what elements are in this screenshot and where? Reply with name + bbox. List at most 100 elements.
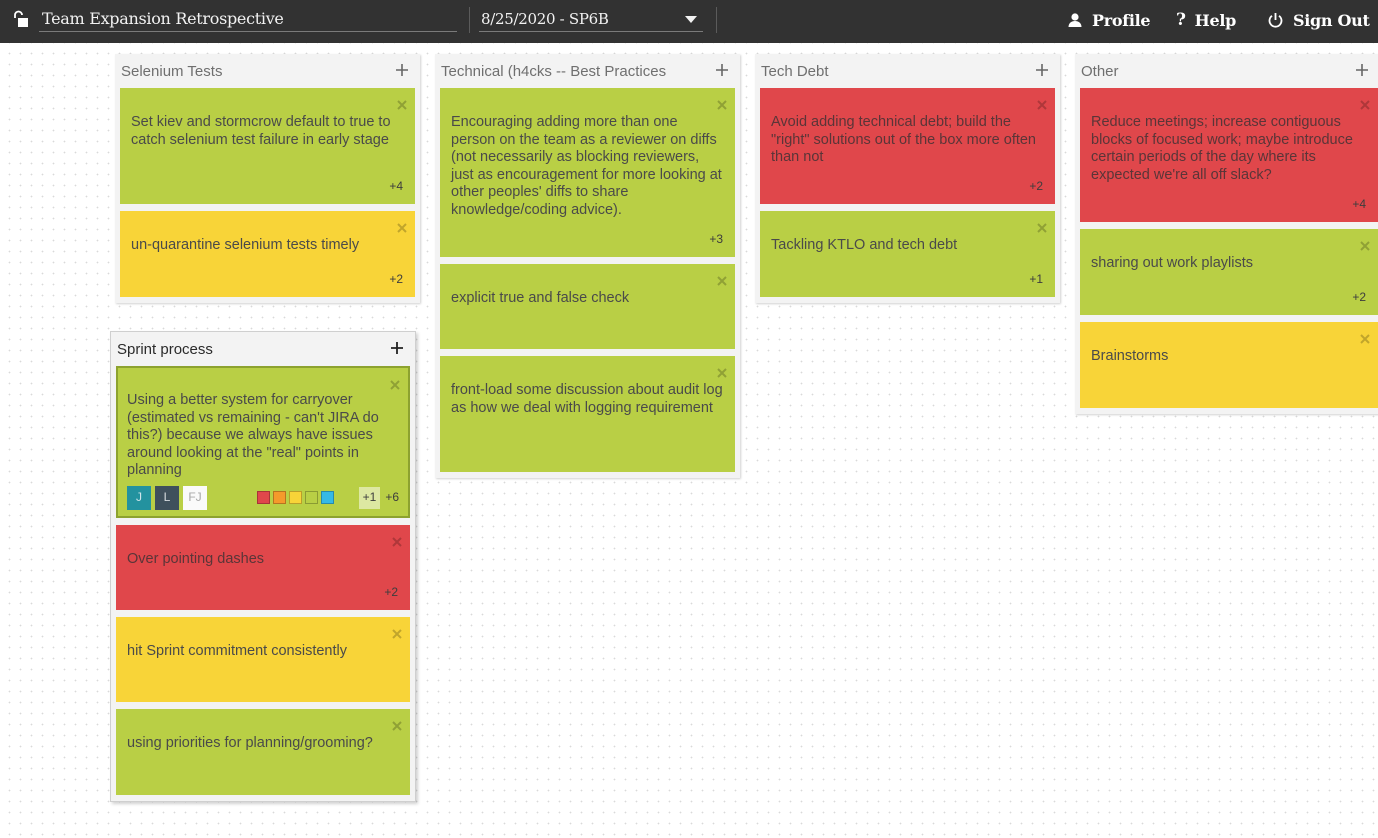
vote-count: +3 — [709, 232, 723, 247]
card-text: sharing out work playlists — [1091, 255, 1253, 271]
card[interactable]: Set kiev and stormcrow default to true t… — [120, 88, 415, 204]
chevron-down-icon — [685, 16, 697, 23]
close-icon[interactable] — [392, 535, 402, 547]
card-selected[interactable]: Using a better system for carryover (est… — [116, 366, 410, 518]
vote-count: +6 — [385, 490, 399, 505]
column-title[interactable]: Technical (h4cks -- Best Practices — [441, 63, 666, 80]
card-text: explicit true and false check — [451, 290, 630, 306]
divider — [716, 7, 717, 33]
card-text: Set kiev and stormcrow default to true t… — [131, 114, 391, 148]
vote-count: +4 — [389, 179, 403, 194]
power-icon — [1267, 12, 1284, 29]
card[interactable]: Over pointing dashes +2 — [116, 525, 410, 610]
vote-count: +1 — [1029, 272, 1043, 287]
card[interactable]: Reduce meetings; increase contiguous blo… — [1080, 88, 1378, 222]
column-header: Sprint process — [116, 332, 410, 366]
column-title[interactable]: Tech Debt — [761, 63, 829, 80]
card-text: Using a better system for carryover (est… — [127, 392, 379, 479]
vote-count: +2 — [1352, 290, 1366, 305]
close-icon[interactable] — [1360, 332, 1370, 344]
card-text: Brainstorms — [1091, 348, 1169, 364]
column-header: Selenium Tests — [120, 54, 415, 88]
close-icon[interactable] — [397, 221, 407, 233]
column-selenium-tests: Selenium Tests Set kiev and stormcrow de… — [115, 54, 420, 303]
column-sprint-process: Sprint process Using a better system for… — [110, 331, 416, 802]
card[interactable]: Avoid adding technical debt; build the "… — [760, 88, 1055, 204]
unlocked-padlock-icon[interactable] — [12, 10, 30, 28]
column-header: Other — [1080, 54, 1378, 88]
plus-icon — [391, 342, 403, 354]
close-icon[interactable] — [390, 378, 400, 390]
avatar[interactable]: J — [127, 485, 151, 510]
card[interactable]: un-quarantine selenium tests timely +2 — [120, 211, 415, 297]
help-link[interactable]: ? Help — [1176, 8, 1236, 32]
color-swatch-blue[interactable] — [320, 491, 334, 505]
close-icon[interactable] — [1037, 98, 1047, 110]
color-swatch-orange[interactable] — [272, 491, 286, 505]
user-icon — [1067, 12, 1083, 28]
card[interactable]: hit Sprint commitment consistently — [116, 617, 410, 702]
color-swatch-yellow[interactable] — [288, 491, 302, 505]
color-swatch-red[interactable] — [256, 491, 270, 505]
card[interactable]: Encouraging adding more than one person … — [440, 88, 735, 257]
avatar[interactable]: FJ — [183, 485, 207, 510]
board-title-input[interactable]: Team Expansion Retrospective — [39, 6, 457, 32]
column-tech-debt: Tech Debt Avoid adding technical debt; b… — [755, 54, 1060, 303]
card-text: Reduce meetings; increase contiguous blo… — [1091, 114, 1353, 183]
card[interactable]: front-load some discussion about audit l… — [440, 356, 735, 472]
card[interactable]: sharing out work playlists +2 — [1080, 229, 1378, 315]
close-icon[interactable] — [1037, 221, 1047, 233]
avatar[interactable]: L — [155, 485, 179, 510]
card-text: Over pointing dashes — [127, 551, 265, 567]
column-title[interactable]: Selenium Tests — [121, 63, 222, 80]
help-label: Help — [1194, 10, 1237, 30]
card-text: front-load some discussion about audit l… — [451, 382, 723, 416]
top-bar: Team Expansion Retrospective 8/25/2020 -… — [0, 0, 1378, 43]
add-card-button[interactable] — [393, 61, 411, 79]
close-icon[interactable] — [392, 719, 402, 731]
column-title[interactable]: Sprint process — [117, 341, 213, 358]
card-footer: J L FJ +1 +6 — [127, 485, 399, 510]
upvote-button[interactable]: +1 — [358, 487, 381, 509]
vote-count: +4 — [1352, 197, 1366, 212]
column-header: Technical (h4cks -- Best Practices — [440, 54, 735, 88]
card-text: un-quarantine selenium tests timely — [131, 237, 360, 253]
profile-link[interactable]: Profile — [1067, 8, 1151, 32]
close-icon[interactable] — [397, 98, 407, 110]
close-icon[interactable] — [717, 366, 727, 378]
card-text: hit Sprint commitment consistently — [127, 643, 347, 659]
add-card-button[interactable] — [1033, 61, 1051, 79]
card[interactable]: Tackling KTLO and tech debt +1 — [760, 211, 1055, 297]
close-icon[interactable] — [717, 98, 727, 110]
column-technical: Technical (h4cks -- Best Practices Encou… — [435, 54, 740, 478]
card[interactable]: Brainstorms — [1080, 322, 1378, 408]
close-icon[interactable] — [717, 274, 727, 286]
card[interactable]: using priorities for planning/grooming? — [116, 709, 410, 795]
plus-icon — [1356, 64, 1368, 76]
card-text: using priorities for planning/grooming? — [127, 735, 373, 751]
add-card-button[interactable] — [388, 339, 406, 357]
close-icon[interactable] — [392, 627, 402, 639]
close-icon[interactable] — [1360, 239, 1370, 251]
plus-icon — [1036, 64, 1048, 76]
close-icon[interactable] — [1360, 98, 1370, 110]
add-card-button[interactable] — [713, 61, 731, 79]
profile-label: Profile — [1092, 10, 1151, 30]
vote-count: +2 — [1029, 179, 1043, 194]
vote-count: +2 — [389, 272, 403, 287]
column-title[interactable]: Other — [1081, 63, 1119, 80]
sprint-select-value: 8/25/2020 - SP6B — [481, 10, 609, 28]
divider — [469, 7, 470, 33]
card[interactable]: explicit true and false check — [440, 264, 735, 349]
vote-count: +2 — [384, 585, 398, 600]
question-icon: ? — [1176, 10, 1186, 30]
add-card-button[interactable] — [1353, 61, 1371, 79]
sign-out-link[interactable]: Sign Out — [1267, 8, 1370, 32]
sprint-select[interactable]: 8/25/2020 - SP6B — [479, 6, 703, 32]
column-other: Other Reduce meetings; increase contiguo… — [1075, 54, 1378, 414]
card-text: Tackling KTLO and tech debt — [771, 237, 958, 253]
card-text: Avoid adding technical debt; build the "… — [771, 114, 1037, 166]
sign-out-label: Sign Out — [1293, 10, 1370, 30]
color-swatch-green[interactable] — [304, 491, 318, 505]
color-picker — [256, 491, 337, 505]
